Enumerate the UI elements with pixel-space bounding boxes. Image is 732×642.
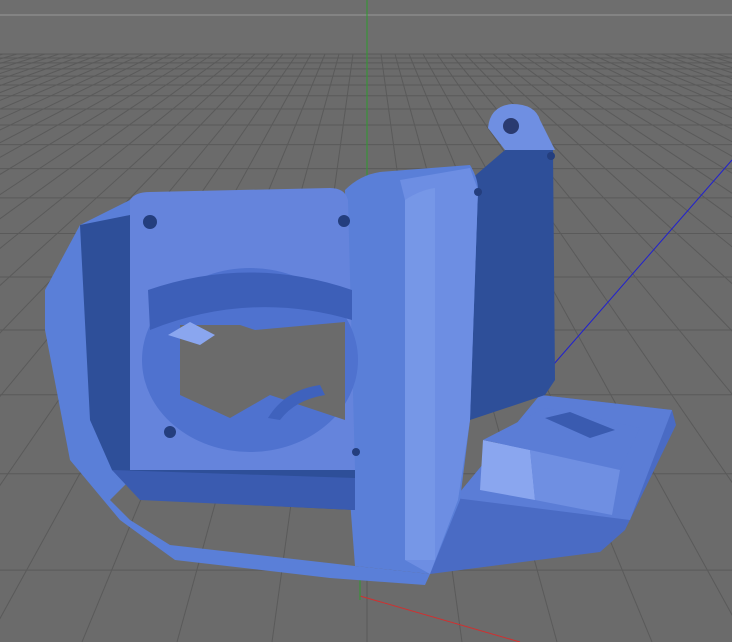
screw-hole-back [547,152,555,160]
3d-viewport[interactable] [0,0,732,642]
model-back-wall [470,150,555,420]
screw-hole-top-right [338,215,350,227]
viewport-canvas[interactable] [0,0,732,642]
mount-hole [503,118,519,134]
model-right-block-edge [405,188,435,560]
screw-hole-bottom-right [352,448,360,456]
screw-hole-bottom-left [164,426,176,438]
screw-hole-side [474,188,482,196]
viewport-sky [0,0,732,54]
screw-hole-top-left [143,215,157,229]
